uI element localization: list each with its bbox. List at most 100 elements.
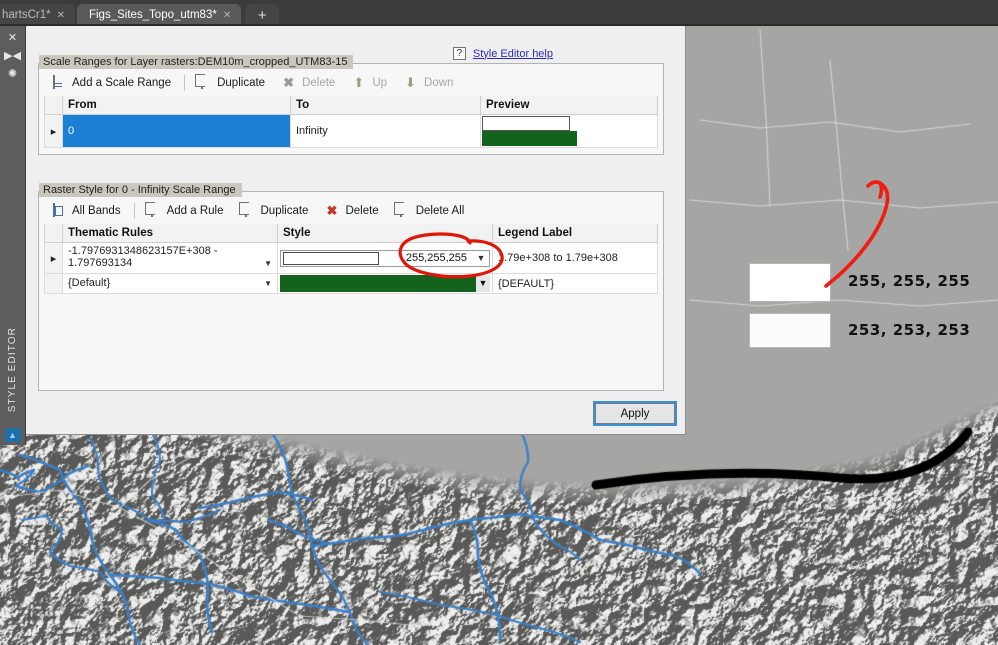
toolbar-divider (184, 75, 185, 91)
duplicate-scale-range-button[interactable]: Duplicate (189, 74, 274, 92)
row-selector[interactable]: ▸ (45, 115, 63, 148)
all-bands-icon (53, 204, 67, 218)
style-color-dropdown[interactable]: 255,255,255 ▼ (280, 250, 490, 267)
cell-thematic-rule[interactable]: {Default} ▼ (63, 274, 278, 294)
duplicate-icon (198, 76, 212, 90)
table-row[interactable]: ▸ -1.7976931348623157E+308 - 1.797693134… (45, 243, 658, 274)
move-up-button: ⬆ Up (344, 74, 396, 92)
move-down-button: ⬇ Down (396, 74, 462, 92)
scale-ranges-toolbar: Add a Scale Range Duplicate ✖ Delete ⬆ U… (39, 70, 663, 96)
close-icon[interactable]: ✕ (223, 10, 231, 21)
delete-all-icon (397, 204, 411, 218)
chevron-down-icon[interactable]: ▼ (264, 257, 272, 271)
annotation-swatch-255 (749, 263, 831, 302)
row-selector[interactable] (45, 274, 63, 294)
annotation-label-253: 253, 253, 253 (848, 321, 970, 339)
button-label: Down (424, 77, 453, 89)
table-row[interactable]: {Default} ▼ ▼ {DEFAULT} (45, 274, 658, 294)
button-label: All Bands (72, 205, 121, 217)
style-editor-dialog: ? Style Editor help Scale Ranges for Lay… (26, 26, 686, 435)
button-label: Duplicate (217, 77, 265, 89)
chevron-down-icon[interactable]: ▼ (264, 277, 272, 291)
table-header-row: Thematic Rules Style Legend Label (45, 224, 658, 243)
button-label: Delete (302, 77, 335, 89)
table-header-row: From To Preview (45, 96, 658, 115)
delete-x-icon: ✖ (283, 76, 297, 90)
thematic-rule-value: -1.7976931348623157E+308 - 1.797693134 (68, 245, 218, 269)
tab-label: hartsCr1* (2, 9, 51, 21)
raster-style-toolbar: All Bands Add a Rule Duplicate ✖ Delete (39, 198, 663, 224)
add-rule-icon (148, 204, 162, 218)
preview-swatch-green (482, 131, 577, 146)
button-label: Delete (345, 205, 378, 217)
help-question-icon[interactable]: ? (453, 47, 466, 60)
cell-preview[interactable] (481, 115, 658, 148)
duplicate-rule-button[interactable]: Duplicate (233, 202, 318, 220)
cell-style[interactable]: 255,255,255 ▼ (278, 243, 493, 274)
raster-style-group: Raster Style for 0 - Infinity Scale Rang… (38, 191, 664, 391)
scale-ranges-group: Scale Ranges for Layer rasters:DEM10m_cr… (38, 63, 664, 155)
style-color-dropdown[interactable]: ▼ (280, 275, 490, 292)
preview-swatch-white (482, 116, 570, 131)
tab-label: Figs_Sites_Topo_utm83* (89, 9, 217, 21)
tab-figs-sites-topo[interactable]: Figs_Sites_Topo_utm83* ✕ (77, 4, 241, 26)
button-label: Add a Rule (167, 205, 224, 217)
column-header-to[interactable]: To (291, 96, 481, 115)
column-header-from[interactable]: From (63, 96, 291, 115)
style-editor-help-link[interactable]: Style Editor help (473, 48, 553, 60)
arrow-down-icon: ⬇ (405, 76, 419, 90)
cell-from[interactable]: 0 (63, 115, 291, 148)
thematic-rule-value: {Default} (68, 277, 110, 289)
button-label: Delete All (416, 205, 465, 217)
toolbar-divider (134, 203, 135, 219)
style-editor-dock: ✕ ▶◀ ✺ STYLE EDITOR ▲ (0, 26, 26, 445)
pin-icon[interactable]: ▶◀ (4, 51, 21, 62)
add-rule-button[interactable]: Add a Rule (139, 202, 233, 220)
row-selector-header (45, 96, 63, 115)
style-color-swatch (283, 252, 379, 265)
app-logo-icon: ▲ (5, 428, 21, 442)
column-header-style[interactable]: Style (278, 224, 493, 243)
tab-bar: hartsCr1* ✕ Figs_Sites_Topo_utm83* ✕ + (0, 0, 998, 26)
cell-to[interactable]: Infinity (291, 115, 481, 148)
dock-title: STYLE EDITOR (7, 327, 18, 412)
duplicate-icon (242, 204, 256, 218)
arrow-up-icon: ⬆ (353, 76, 367, 90)
button-label: Duplicate (261, 205, 309, 217)
row-selector[interactable]: ▸ (45, 243, 63, 274)
apply-button[interactable]: Apply (595, 403, 675, 424)
thematic-rules-table: Thematic Rules Style Legend Label ▸ -1.7… (44, 224, 658, 294)
cell-legend-label[interactable]: {DEFAULT} (493, 274, 658, 294)
cell-legend-label[interactable]: 1.79e+308 to 1.79e+308 (493, 243, 658, 274)
cell-style[interactable]: ▼ (278, 274, 493, 294)
add-scale-range-button[interactable]: Add a Scale Range (44, 74, 180, 92)
scale-ranges-table: From To Preview ▸ 0 Infinity (44, 96, 658, 148)
annotation-label-255: 255, 255, 255 (848, 272, 970, 290)
delete-rule-button[interactable]: ✖ Delete (317, 202, 387, 220)
delete-x-icon: ✖ (326, 204, 340, 218)
cell-thematic-rule[interactable]: -1.7976931348623157E+308 - 1.797693134 ▼ (63, 243, 278, 274)
style-color-swatch (280, 275, 476, 292)
button-label: Add a Scale Range (72, 77, 171, 89)
new-tab-button[interactable]: + (245, 4, 279, 26)
delete-scale-range-button: ✖ Delete (274, 74, 344, 92)
style-color-value: 255,255,255 (379, 252, 473, 264)
dialog-actions: Apply (595, 403, 675, 424)
row-selector-header (45, 224, 63, 243)
close-icon[interactable]: ✕ (57, 10, 65, 21)
column-header-thematic-rules[interactable]: Thematic Rules (63, 224, 278, 243)
chevron-down-icon[interactable]: ▼ (476, 275, 490, 292)
column-header-preview[interactable]: Preview (481, 96, 658, 115)
button-label: Up (372, 77, 387, 89)
delete-all-rules-button[interactable]: Delete All (388, 202, 474, 220)
settings-icon[interactable]: ✺ (8, 69, 17, 80)
table-row[interactable]: ▸ 0 Infinity (45, 115, 658, 148)
raster-style-title: Raster Style for 0 - Infinity Scale Rang… (39, 183, 242, 197)
add-scale-range-icon (53, 76, 67, 90)
tab-hartscr1[interactable]: hartsCr1* ✕ (0, 4, 75, 26)
column-header-legend-label[interactable]: Legend Label (493, 224, 658, 243)
chevron-down-icon[interactable]: ▼ (473, 253, 489, 263)
all-bands-button[interactable]: All Bands (44, 202, 130, 220)
help-row: ? Style Editor help (453, 47, 553, 60)
close-icon[interactable]: ✕ (8, 33, 17, 44)
